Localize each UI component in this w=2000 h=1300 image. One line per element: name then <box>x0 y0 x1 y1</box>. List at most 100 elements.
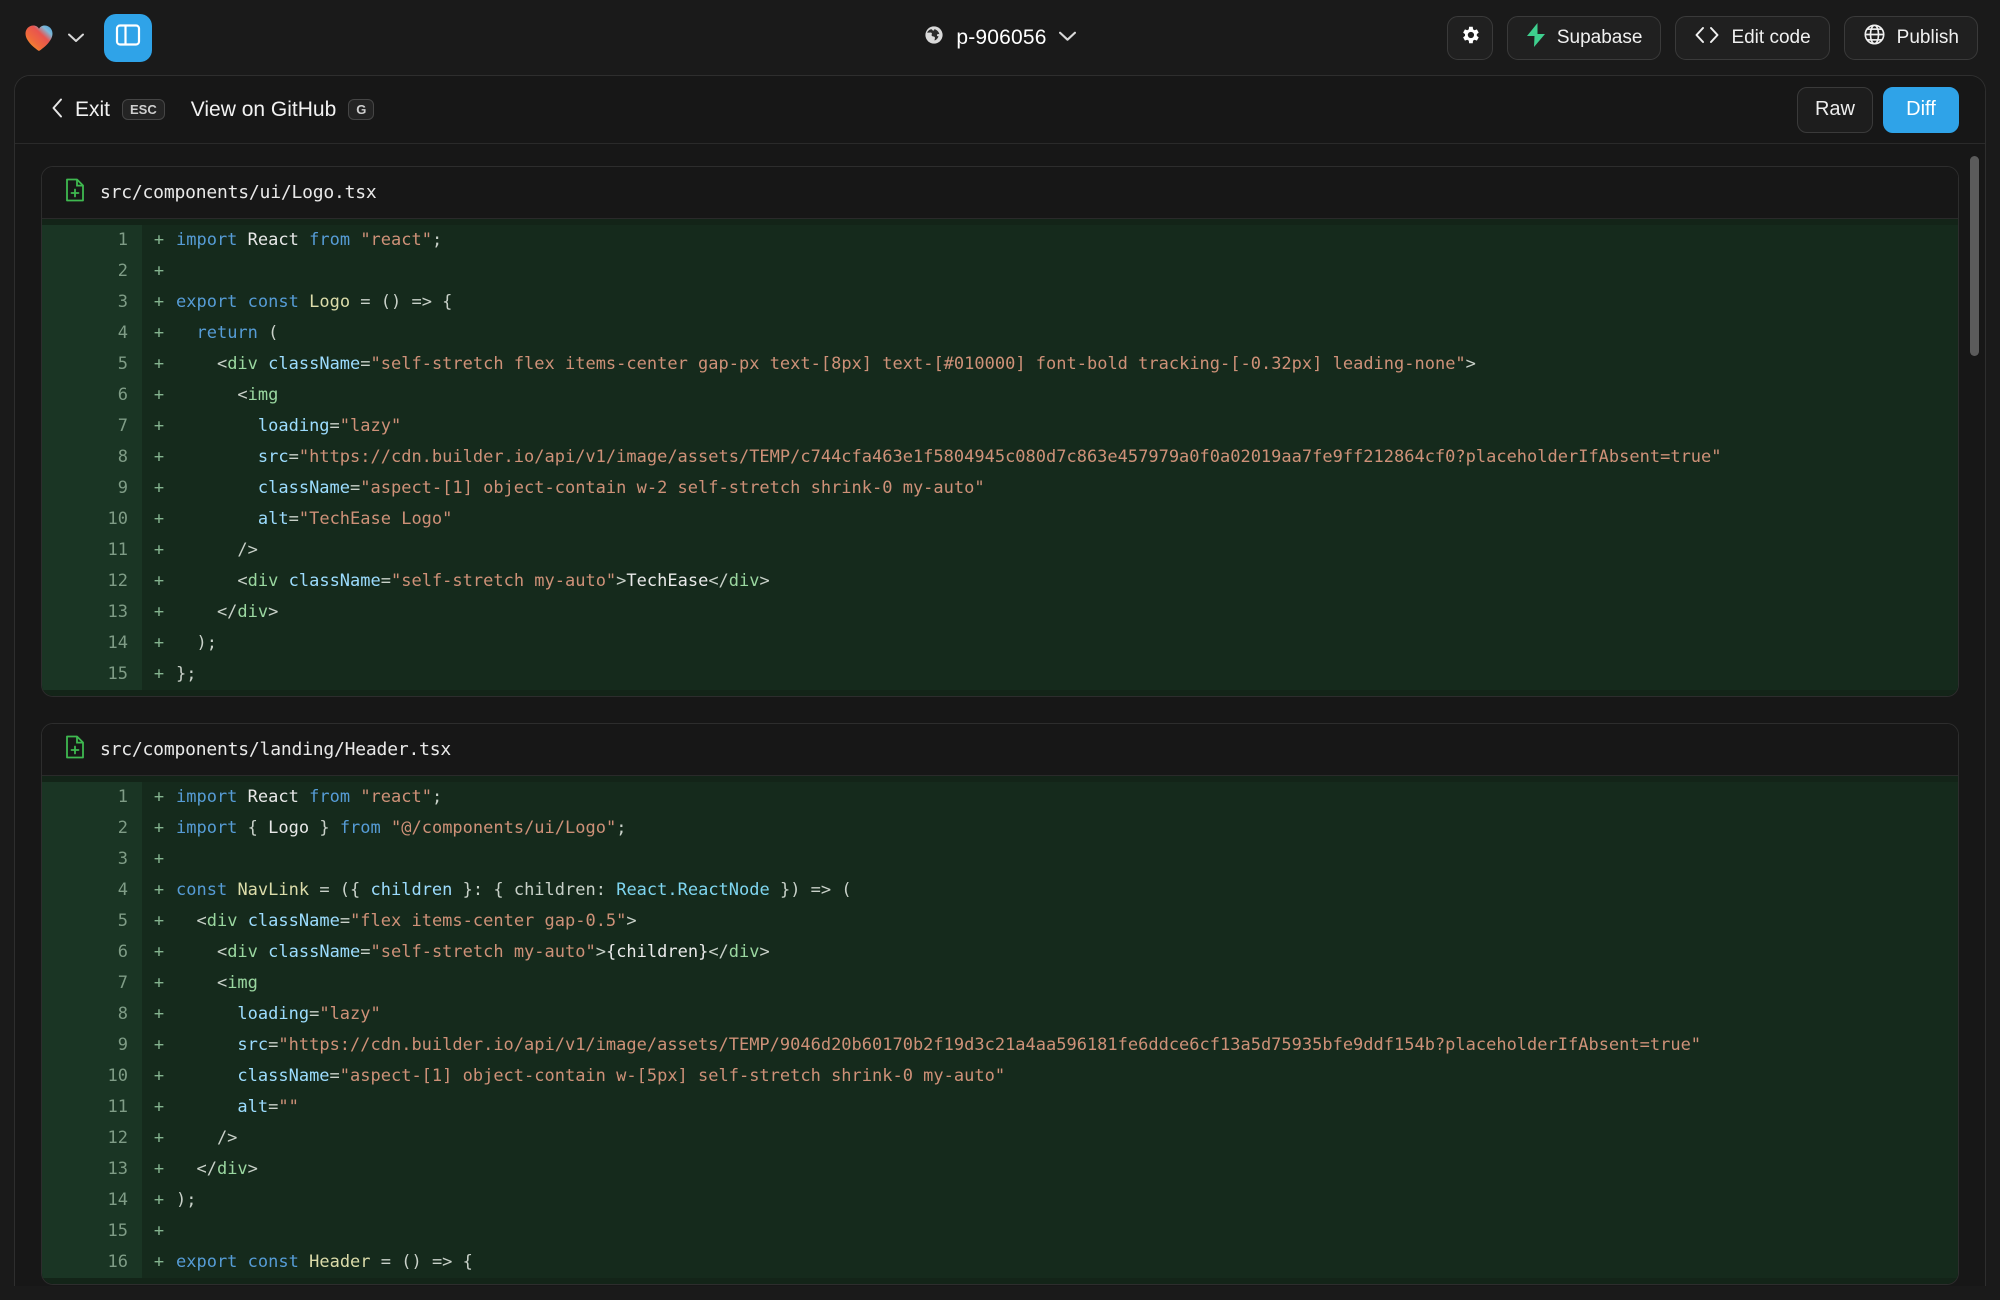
diff-line-marker: + <box>153 633 165 653</box>
diff-line-number: 2 <box>42 813 142 844</box>
file-diff-card: src/components/landing/Header.tsx 1 + impor… <box>41 723 1959 1285</box>
supabase-button[interactable]: Supabase <box>1506 15 1662 60</box>
diff-line-marker: + <box>153 880 165 900</box>
diff-line: 15 + <box>42 1216 1958 1247</box>
diff-viewer-panel: Exit ESC View on GitHub G Raw Diff src/c… <box>14 75 1986 1293</box>
diff-line-marker: + <box>153 292 165 312</box>
diff-line-content: const NavLink = ({ children }: { childre… <box>176 880 852 900</box>
diff-line-content: loading="lazy" <box>237 1004 381 1024</box>
diff-line-number: 14 <box>42 1185 142 1216</box>
diff-line-number: 1 <box>42 782 142 813</box>
diff-line-marker: + <box>153 1097 165 1117</box>
diff-line-marker: + <box>153 1190 165 1210</box>
github-shortcut-badge: G <box>348 99 375 120</box>
gear-icon <box>1459 24 1481 52</box>
workspace-chevron-down-icon[interactable] <box>66 28 86 48</box>
diff-line-number: 5 <box>42 349 142 380</box>
viewport-bottom-edge <box>0 1286 2000 1300</box>
view-on-github-button[interactable]: View on GitHub G <box>191 98 375 122</box>
diff-line: 5 + <div className="self-stretch flex ite… <box>42 349 1958 380</box>
diff-line-number: 16 <box>42 1247 142 1278</box>
diff-line: 9 + src="https://cdn.builder.io/api/v1/im… <box>42 1030 1958 1061</box>
diff-line: 1 + import React from "react"; <box>42 782 1958 813</box>
file-path-label: src/components/ui/Logo.tsx <box>100 182 377 203</box>
diff-line: 10 + className="aspect-[1] object-contain… <box>42 1061 1958 1092</box>
diff-line: 3 + export const Logo = () => { <box>42 287 1958 318</box>
diff-line-marker: + <box>153 540 165 560</box>
diff-line: 5 + <div className="flex items-center gap… <box>42 906 1958 937</box>
supabase-button-label: Supabase <box>1556 26 1643 48</box>
diff-line: 6 + <div className="self-stretch my-auto"… <box>42 937 1958 968</box>
diff-line: 2 + <box>42 256 1958 287</box>
diff-line-marker: + <box>153 571 165 591</box>
diff-line: 1 + import React from "react"; <box>42 225 1958 256</box>
diff-line-marker: + <box>153 509 165 529</box>
project-selector[interactable]: p-906056 <box>916 21 1083 54</box>
diff-line-marker: + <box>153 385 165 405</box>
diff-line-content: ); <box>176 1190 197 1210</box>
vertical-scrollbar-thumb[interactable] <box>1970 156 1979 356</box>
file-path-label: src/components/landing/Header.tsx <box>100 739 452 760</box>
diff-view-button[interactable]: Diff <box>1883 86 1959 133</box>
raw-view-button[interactable]: Raw <box>1797 86 1873 133</box>
diff-line-marker: + <box>153 664 165 684</box>
diff-line-marker: + <box>153 261 165 281</box>
diff-line-content: /> <box>176 540 258 560</box>
diff-line: 2 + import { Logo } from "@/components/ui/… <box>42 813 1958 844</box>
diff-line-marker: + <box>153 354 165 374</box>
diff-line: 11 + /> <box>42 535 1958 566</box>
diff-line-content: import { Logo } from "@/components/ui/Lo… <box>176 818 627 838</box>
diff-line-number: 10 <box>42 1061 142 1092</box>
diff-line: 7 + <img <box>42 968 1958 999</box>
diff-line: 15 +}; <box>42 659 1958 690</box>
file-diff-header[interactable]: src/components/landing/Header.tsx <box>42 724 1958 776</box>
vertical-scrollbar[interactable] <box>1970 156 1979 1280</box>
diff-line: 13 + </div> <box>42 597 1958 628</box>
diff-line-number: 11 <box>42 535 142 566</box>
diff-line: 14 +); <box>42 1185 1958 1216</box>
diff-line-marker: + <box>153 849 165 869</box>
diff-line-content: className="aspect-[1] object-contain w-2… <box>257 478 985 498</box>
diff-scroll-container[interactable]: src/components/ui/Logo.tsx 1 + import React… <box>15 144 1985 1292</box>
diff-line: 13 + </div> <box>42 1154 1958 1185</box>
diff-header-left-group: Exit ESC View on GitHub G <box>51 98 375 122</box>
diff-line-number: 6 <box>42 380 142 411</box>
diff-line-content: </div> <box>176 602 279 622</box>
file-diff-list: src/components/ui/Logo.tsx 1 + import React… <box>41 166 1959 1285</box>
heart-gradient-logo[interactable] <box>22 21 56 55</box>
diff-line-number: 13 <box>42 597 142 628</box>
settings-button[interactable] <box>1446 15 1493 60</box>
diff-line-content: src="https://cdn.builder.io/api/v1/image… <box>257 447 1722 467</box>
diff-line-number: 4 <box>42 875 142 906</box>
file-diff-code: 1 + import React from "react"; 2 + import { L… <box>42 776 1958 1284</box>
diff-line-marker: + <box>153 1004 165 1024</box>
diff-line: 14 + ); <box>42 628 1958 659</box>
globe-icon <box>1863 23 1886 52</box>
diff-line: 11 + alt="" <box>42 1092 1958 1123</box>
sidebar-panel-toggle-button[interactable] <box>104 13 152 62</box>
diff-line-marker: + <box>153 323 165 343</box>
diff-line-content: /> <box>176 1128 238 1148</box>
diff-line-number: 7 <box>42 411 142 442</box>
diff-line-number: 11 <box>42 1092 142 1123</box>
diff-line-marker: + <box>153 787 165 807</box>
diff-line-marker: + <box>153 911 165 931</box>
diff-line-number: 10 <box>42 504 142 535</box>
view-on-github-label: View on GitHub <box>190 97 337 121</box>
file-diff-card: src/components/ui/Logo.tsx 1 + import React… <box>41 166 1959 697</box>
diff-line-number: 13 <box>42 1154 142 1185</box>
edit-code-button-label: Edit code <box>1731 26 1811 48</box>
diff-line-content: return ( <box>196 323 279 343</box>
diff-line-number: 12 <box>42 1123 142 1154</box>
diff-line: 12 + /> <box>42 1123 1958 1154</box>
diff-line-marker: + <box>153 973 165 993</box>
diff-line-content: </div> <box>176 1159 258 1179</box>
diff-line: 3 + <box>42 844 1958 875</box>
diff-line: 16 + export const Header = () => { <box>42 1247 1958 1278</box>
diff-line-number: 15 <box>42 659 142 690</box>
publish-button[interactable]: Publish <box>1843 15 1978 60</box>
file-diff-header[interactable]: src/components/ui/Logo.tsx <box>42 167 1958 219</box>
edit-code-button[interactable]: Edit code <box>1675 15 1830 60</box>
project-chevron-down-icon[interactable] <box>1058 29 1076 47</box>
exit-button[interactable]: Exit ESC <box>51 98 165 122</box>
